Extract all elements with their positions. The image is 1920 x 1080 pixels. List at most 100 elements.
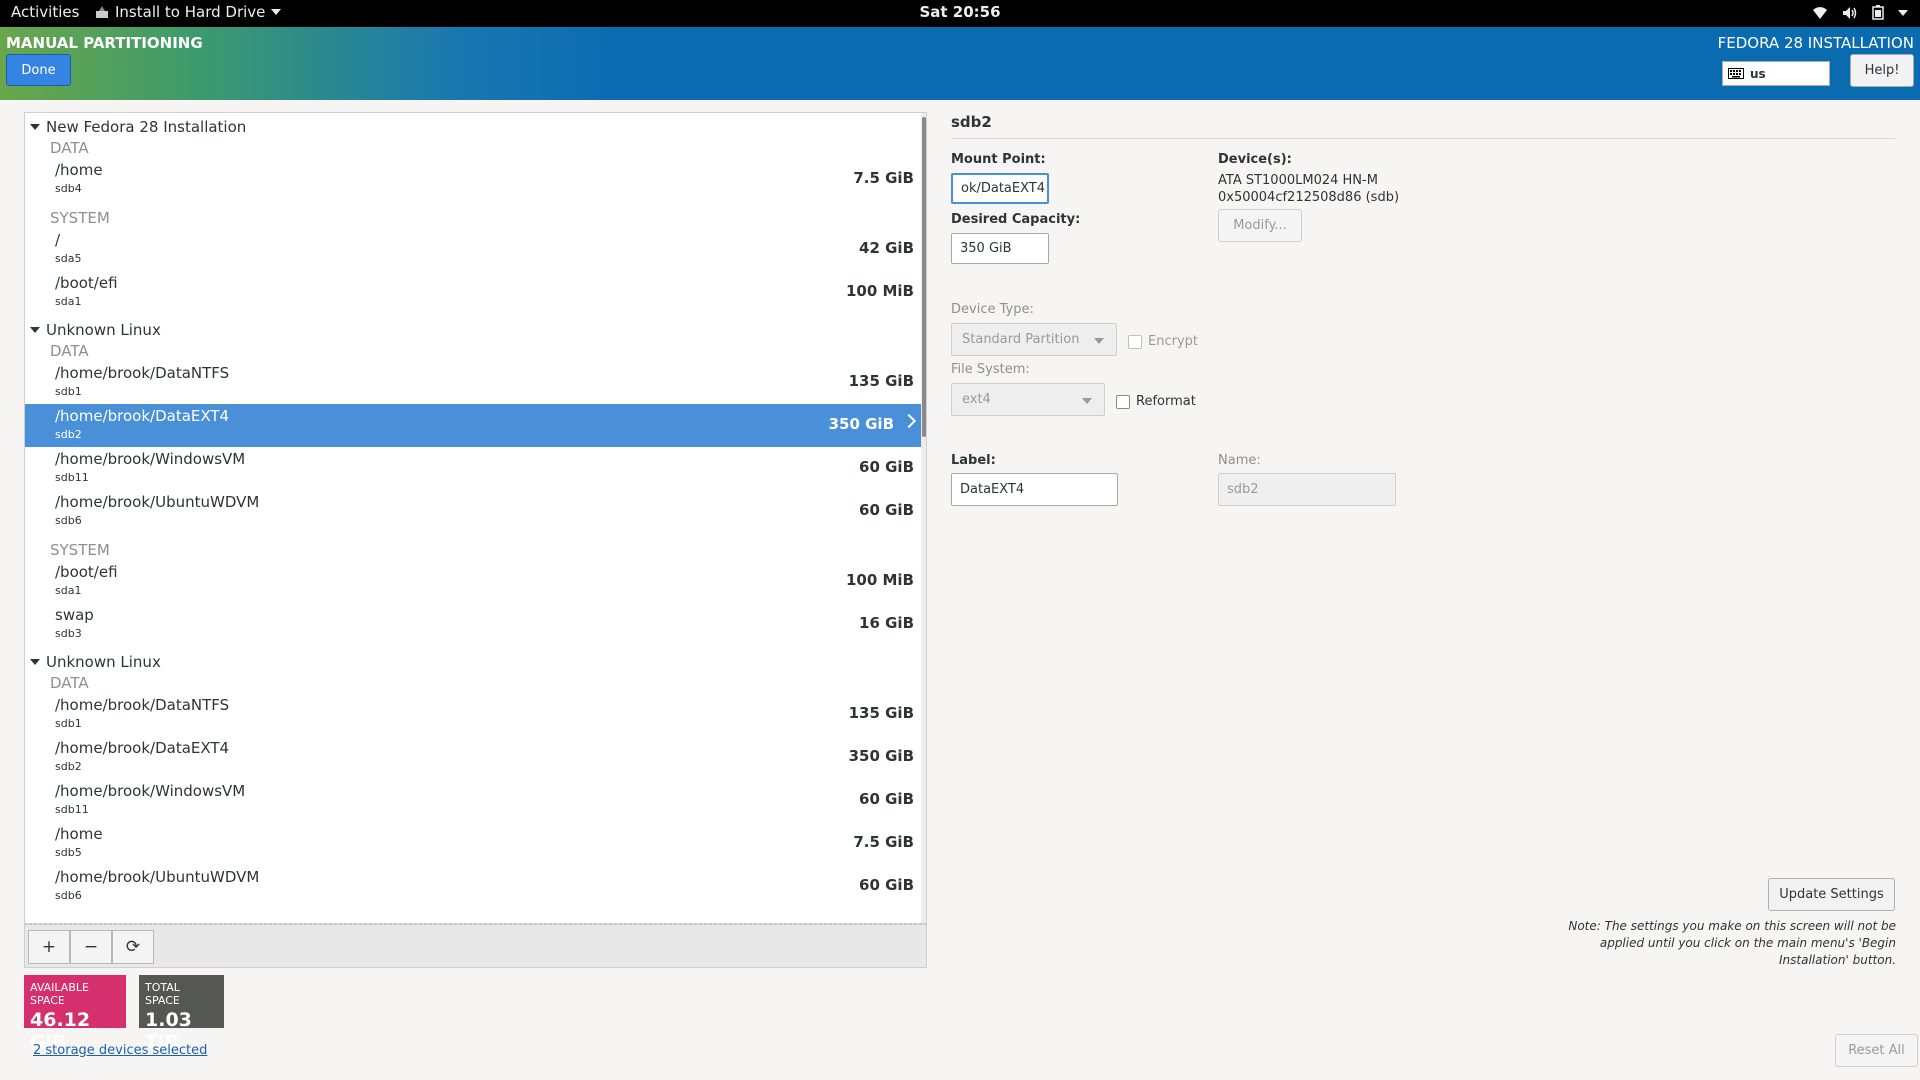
partition-size: 42 GiB (859, 239, 914, 257)
chevron-right-icon (901, 413, 917, 429)
device-name: sdb6 (55, 514, 82, 527)
mount-point: /boot/efi (55, 563, 118, 581)
modify-button[interactable]: Modify... (1218, 209, 1302, 242)
partition-row[interactable]: /home/brook/DataNTFS sdb1 135 GiB (25, 693, 926, 736)
installer-icon (96, 6, 108, 18)
system-tray[interactable] (1812, 5, 1908, 20)
device-name: sdb11 (55, 803, 89, 816)
mount-point-label: Mount Point: (951, 152, 1046, 167)
label-field-label: Label: (951, 453, 996, 468)
file-system-value: ext4 (962, 392, 991, 407)
total-space-label: TOTAL SPACE (145, 981, 180, 1007)
partition-tree[interactable]: New Fedora 28 Installation DATA/home sdb4 7… (24, 112, 927, 924)
desired-capacity-label: Desired Capacity: (951, 212, 1081, 227)
help-button[interactable]: Help! (1850, 54, 1914, 87)
mount-point-input[interactable]: ok/DataEXT4 (951, 173, 1049, 204)
partition-row[interactable]: /home sdb5 7.5 GiB (25, 822, 926, 865)
partition-size: 60 GiB (859, 458, 914, 476)
selected-device-title: sdb2 (951, 113, 992, 131)
device-type-combo[interactable]: Standard Partition (951, 323, 1117, 356)
keyboard-icon (1728, 68, 1744, 79)
section-header: SYSTEM (50, 540, 110, 559)
product-title: FEDORA 28 INSTALLATION (1717, 34, 1914, 52)
name-value: sdb2 (1227, 482, 1259, 497)
scrollbar[interactable] (921, 113, 926, 923)
device-name: sdb6 (55, 889, 82, 902)
device-type-label: Device Type: (951, 302, 1034, 317)
remove-mount-point-button[interactable]: − (70, 930, 112, 964)
add-mount-point-button[interactable]: + (28, 930, 70, 964)
device-model: ATA ST1000LM024 HN-M (1218, 173, 1378, 188)
installation-group-name: Unknown Linux (46, 653, 161, 671)
partition-row[interactable]: /home/brook/DataEXT4 sdb2 350 GiB (25, 736, 926, 779)
installation-group-name: Unknown Linux (46, 321, 161, 339)
partition-row[interactable]: /boot/efi sda1 100 MiB (25, 271, 926, 314)
partition-row[interactable]: /home/brook/DataEXT4 sdb2 350 GiB (25, 404, 926, 447)
device-name: sdb1 (55, 717, 82, 730)
file-system-combo[interactable]: ext4 (951, 383, 1105, 416)
mount-point: /home (55, 825, 103, 843)
mount-point: /home/brook/DataNTFS (55, 364, 230, 382)
keyboard-layout-label: us (1750, 66, 1766, 81)
scrollbar-thumb[interactable] (922, 117, 926, 437)
name-input[interactable]: sdb2 (1218, 473, 1396, 506)
installation-group-name: New Fedora 28 Installation (46, 118, 247, 136)
device-type-value: Standard Partition (962, 332, 1080, 347)
installation-group-header[interactable]: New Fedora 28 Installation (25, 117, 926, 137)
name-field-label: Name: (1218, 453, 1261, 468)
refresh-button[interactable]: ⟳ (112, 930, 154, 964)
done-button[interactable]: Done (6, 54, 71, 86)
partition-row[interactable]: /home/brook/UbuntuWDVM sdb6 60 GiB (25, 490, 926, 533)
gnome-top-bar: Activities Install to Hard Drive Sat 20:… (0, 0, 1920, 27)
available-space-badge: AVAILABLE SPACE 46.12 GiB (24, 975, 126, 1053)
mount-point: /home/brook/WindowsVM (55, 450, 246, 468)
partition-size: 135 GiB (848, 704, 914, 722)
dropdown-arrow-icon (1082, 398, 1092, 404)
partition-size: 16 GiB (859, 614, 914, 632)
update-settings-button[interactable]: Update Settings (1768, 878, 1895, 911)
partition-row[interactable]: /home/brook/DataNTFS sdb1 135 GiB (25, 361, 926, 404)
partition-row[interactable]: / sda5 42 GiB (25, 228, 926, 271)
device-name: sdb3 (55, 627, 82, 640)
reformat-checkbox[interactable]: Reformat (1116, 394, 1196, 409)
reset-all-button[interactable]: Reset All (1835, 1034, 1918, 1067)
file-system-label: File System: (951, 362, 1030, 377)
partition-list: New Fedora 28 Installation DATA/home sdb4 7… (25, 113, 926, 914)
mount-point: /home/brook/DataEXT4 (55, 407, 230, 425)
device-name: sdb4 (55, 182, 82, 195)
volume-icon (1843, 6, 1857, 19)
total-space-badge: TOTAL SPACE 1.03 TiB (139, 975, 224, 1053)
partition-size: 60 GiB (859, 501, 914, 519)
desired-capacity-input[interactable]: 350 GiB (951, 233, 1049, 264)
label-input[interactable]: DataEXT4 (951, 473, 1118, 506)
device-name: sdb2 (55, 760, 82, 773)
clock[interactable]: Sat 20:56 (919, 3, 1000, 21)
partition-size: 7.5 GiB (853, 169, 914, 187)
app-menu[interactable]: Install to Hard Drive (95, 3, 282, 21)
installation-group-header[interactable]: Unknown Linux (25, 320, 926, 340)
partition-size: 100 MiB (845, 571, 914, 589)
partition-row[interactable]: /home/brook/WindowsVM sdb11 60 GiB (25, 447, 926, 490)
partition-row[interactable]: /home/brook/UbuntuWDVM sdb6 60 GiB (25, 865, 926, 908)
expander-icon (30, 124, 40, 130)
page-title: MANUAL PARTITIONING (6, 34, 203, 52)
refresh-icon: ⟳ (125, 937, 141, 957)
encrypt-checkbox[interactable]: Encrypt (1128, 334, 1198, 349)
mount-point: /home/brook/UbuntuWDVM (55, 868, 260, 886)
keyboard-layout-indicator[interactable]: us (1722, 61, 1830, 86)
partition-row[interactable]: /boot/efi sda1 100 MiB (25, 560, 926, 603)
label-value: DataEXT4 (960, 482, 1025, 497)
device-name: sdb5 (55, 846, 82, 859)
divider (951, 138, 1895, 139)
storage-devices-link[interactable]: 2 storage devices selected (33, 1043, 207, 1058)
partition-row[interactable]: swap sdb3 16 GiB (25, 603, 926, 646)
installation-group-header[interactable]: Unknown Linux (25, 652, 926, 672)
app-menu-label: Install to Hard Drive (115, 3, 266, 21)
available-space-label: AVAILABLE SPACE (30, 981, 89, 1007)
mount-point: swap (55, 606, 94, 624)
activities-button[interactable]: Activities (11, 3, 79, 21)
partition-size: 60 GiB (859, 790, 914, 808)
partition-row[interactable]: /home/brook/WindowsVM sdb11 60 GiB (25, 779, 926, 822)
wifi-icon (1813, 6, 1827, 19)
partition-row[interactable]: /home sdb4 7.5 GiB (25, 158, 926, 201)
